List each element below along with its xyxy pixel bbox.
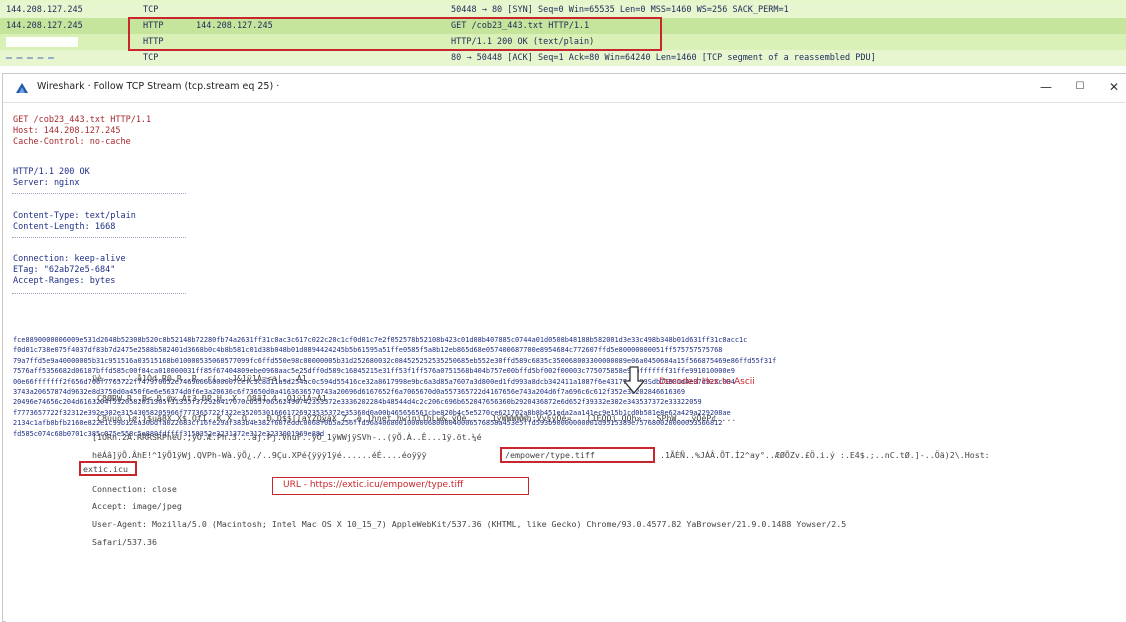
wireshark-fin-icon bbox=[16, 83, 28, 93]
http-request-highlight bbox=[128, 17, 662, 51]
divider bbox=[12, 293, 186, 294]
packet-protocol: TCP bbox=[143, 53, 159, 63]
packet-list: 144.208.127.245 TCP 50448 → 80 [SYN] Seq… bbox=[0, 0, 1126, 66]
packet-info: 50448 → 80 [SYN] Seq=0 Win=65535 Len=0 M… bbox=[451, 5, 789, 15]
decoded-accept: Accept: image/jpeg bbox=[92, 501, 182, 511]
follow-tcp-stream-window: Wireshark · Follow TCP Stream (tcp.strea… bbox=[2, 73, 1126, 622]
decoded-safari: Safari/537.36 bbox=[92, 537, 157, 547]
hex-line: 79a7ffd5e9a40000005b31c951516a03515168b0… bbox=[13, 356, 777, 365]
response-accept-ranges: Accept-Ranges: bytes bbox=[13, 276, 116, 286]
type-path-highlight bbox=[500, 447, 655, 463]
response-status: HTTP/1.1 200 OK bbox=[13, 167, 90, 177]
packet-source: 144.208.127.245 bbox=[6, 5, 83, 15]
response-server: Server: nginx bbox=[13, 178, 80, 188]
decoded-connection: Connection: close bbox=[92, 484, 177, 494]
response-content-type: Content-Type: text/plain bbox=[13, 211, 136, 221]
hex-line: fce8890000006009e531d2648b52308b520c8b52… bbox=[13, 336, 748, 344]
minimize-button[interactable]: — bbox=[1035, 78, 1057, 96]
title-bar[interactable]: Wireshark · Follow TCP Stream (tcp.strea… bbox=[3, 74, 1126, 102]
divider bbox=[12, 193, 186, 194]
response-connection: Connection: keep-alive bbox=[13, 254, 126, 264]
packet-row[interactable]: TCP 80 → 50448 [ACK] Seq=1 Ack=80 Win=64… bbox=[0, 50, 1126, 66]
decoded-line: hëÁâ]ÿÕ.ÂhE!^1ÿÕ1ÿWj.QVPh-Wà.ÿÕ¿./..9Çu.… bbox=[92, 450, 427, 460]
window-title: Wireshark · Follow TCP Stream (tcp.strea… bbox=[37, 81, 280, 92]
request-host: Host: 144.208.127.245 bbox=[13, 126, 121, 136]
packet-info: 80 → 50448 [ACK] Seq=1 Ack=80 Win=64240 … bbox=[451, 53, 876, 63]
request-cache-control: Cache-Control: no-cache bbox=[13, 137, 131, 147]
hex-line: f0d01c738e075f4037df83b7d2475e2588b58240… bbox=[13, 346, 723, 355]
close-button[interactable]: ✕ bbox=[1103, 78, 1125, 96]
response-etag: ETag: "62ab72e5-684" bbox=[13, 265, 116, 275]
host-highlight bbox=[79, 461, 137, 476]
packet-source: 144.208.127.245 bbox=[6, 21, 83, 31]
decoded-line: .Ç8úuö.}ø;}$uã8X.X$.ÓfÍ..K.X..Ó....Ð.D$$… bbox=[92, 413, 737, 423]
down-arrow-icon bbox=[623, 366, 645, 394]
decoded-line: .Ç8ØRW.R..B<.Ð.@x.Àt3.ÐP.H..X .Ó8ãI.4..Ö… bbox=[92, 393, 327, 403]
maximize-button[interactable]: ☐ bbox=[1069, 78, 1091, 96]
divider bbox=[12, 237, 186, 238]
stream-content[interactable]: GET /cob23_443.txt HTTP/1.1 Host: 144.20… bbox=[6, 105, 1126, 622]
packet-row[interactable]: 144.208.127.245 TCP 50448 → 80 [SYN] Seq… bbox=[0, 2, 1126, 18]
url-annotation: URL - https://extic.icu/empower/type.tif… bbox=[283, 480, 464, 490]
decoded-line-tail: .1ÃÈÑ..%JÁÂ.ÕT.Í2^ay°..ÆØÕZv.£Ö.i.ý :.E4… bbox=[660, 450, 990, 460]
decoded-line: [1ÒRh.2Á.RRRSRPhëU.;ÿÕ.Æ.Ph.3...àj.Pj.Vh… bbox=[92, 432, 482, 442]
decoded-line: ϋè.....'.å1Òd.R0.R..R..r(..·J&1ÿ1À¬<a|.,… bbox=[92, 373, 307, 383]
decoded-hex-annotation: Decoded Hex to Ascii bbox=[659, 377, 755, 387]
request-line: GET /cob23_443.txt HTTP/1.1 bbox=[13, 115, 152, 125]
title-divider bbox=[3, 102, 1126, 103]
response-content-length: Content-Length: 1668 bbox=[13, 222, 116, 232]
packet-protocol: TCP bbox=[143, 5, 159, 15]
decoded-user-agent: User-Agent: Mozilla/5.0 (Macintosh; Inte… bbox=[92, 519, 847, 529]
